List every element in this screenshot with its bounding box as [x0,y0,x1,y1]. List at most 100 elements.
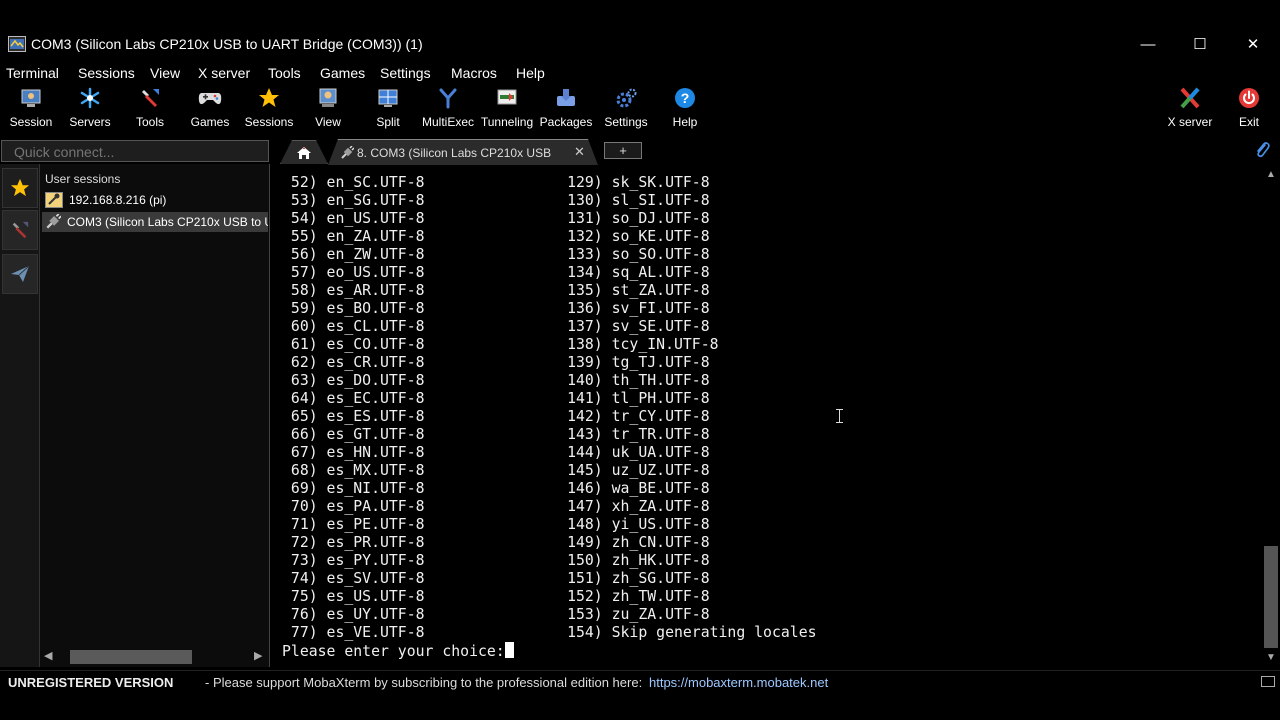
menu-sessions[interactable]: Sessions [78,65,135,81]
tunneling-button[interactable]: Tunneling [476,86,538,132]
menu-settings[interactable]: Settings [380,65,431,81]
new-tab-button[interactable]: + [604,142,642,159]
paper-plane-icon [11,265,30,282]
scroll-up-icon[interactable]: ▲ [1264,169,1278,180]
terminal-output[interactable]: 52) en_SC.UTF-8 129) sk_SK.UTF-8 53) en_… [272,166,1262,666]
mouse-ibeam-cursor [836,409,843,423]
terminal-text: 52) en_SC.UTF-8 129) sk_SK.UTF-8 53) en_… [282,174,817,661]
terminal-line: 66) es_GT.UTF-8 143) tr_TR.UTF-8 [282,426,710,443]
terminal-line: 64) es_EC.UTF-8 141) tl_PH.UTF-8 [282,390,710,407]
ssh-key-icon [45,192,63,208]
terminal-line: 73) es_PY.UTF-8 150) zh_HK.UTF-8 [282,552,710,569]
games-button[interactable]: Games [179,86,241,132]
menu-view[interactable]: View [150,65,180,81]
menu-help[interactable]: Help [516,65,545,81]
unregistered-label: UNREGISTERED VERSION [8,675,174,690]
scrollbar-thumb[interactable] [1264,546,1278,648]
power-icon [1237,86,1261,110]
svg-text:?: ? [681,90,690,106]
star-icon [10,178,30,197]
terminal-line: 60) es_CL.UTF-8 137) sv_SE.UTF-8 [282,318,710,335]
menu-tools[interactable]: Tools [268,65,301,81]
tab-home[interactable] [280,140,328,164]
view-icon [316,86,340,110]
gear-icon [614,86,638,110]
user-sessions-header[interactable]: User sessions [45,172,120,186]
sessions-horizontal-scrollbar[interactable]: ◀ ▶ [42,647,268,665]
session-item-pi[interactable]: 192.168.8.216 (pi) [42,190,268,210]
terminal-line: 54) en_US.UTF-8 131) so_DJ.UTF-8 [282,210,710,227]
maximize-button[interactable]: ☐ [1177,28,1223,60]
tab-label: 8. COM3 (Silicon Labs CP210x USB [357,146,551,160]
tab-strip: 8. COM3 (Silicon Labs CP210x USB ✕ + [270,138,1280,165]
close-button[interactable]: ✕ [1230,28,1276,60]
sidebar-macros-tab[interactable] [2,254,38,294]
sidebar-strip [0,164,40,667]
title-bar: COM3 (Silicon Labs CP210x USB to UART Br… [0,0,1280,62]
terminal-line: 75) es_US.UTF-8 152) zh_TW.UTF-8 [282,588,710,605]
terminal-line: 71) es_PE.UTF-8 148) yi_US.UTF-8 [282,516,710,533]
terminal-line: 74) es_SV.UTF-8 151) zh_SG.UTF-8 [282,570,710,587]
paperclip-icon[interactable] [1254,141,1270,159]
tools-icon [138,86,162,110]
session-icon [19,86,43,110]
scroll-right-icon[interactable]: ▶ [254,649,262,662]
maximize-icon: ☐ [1193,36,1207,53]
multiexec-button[interactable]: MultiExec [417,86,479,132]
multiexec-icon [436,86,460,110]
tab-com3[interactable]: 8. COM3 (Silicon Labs CP210x USB ✕ [328,139,598,165]
close-icon: ✕ [1246,36,1260,53]
sessions-panel: User sessions 192.168.8.216 (pi) COM3 (S… [40,164,270,667]
minimize-button[interactable]: — [1125,28,1171,60]
menu-macros[interactable]: Macros [451,65,497,81]
tools-icon [12,221,29,239]
scroll-down-icon[interactable]: ▼ [1264,652,1278,663]
session-item-com3[interactable]: COM3 (Silicon Labs CP210x USB to UART Br… [42,212,268,232]
scroll-left-icon[interactable]: ◀ [44,649,52,662]
terminal-line: 57) eo_US.UTF-8 134) sq_AL.UTF-8 [282,264,710,281]
terminal-line: 65) es_ES.UTF-8 142) tr_CY.UTF-8 [282,408,710,425]
settings-button[interactable]: Settings [595,86,657,132]
plus-icon: + [619,143,627,158]
home-icon [297,146,311,159]
terminal-line: 68) es_MX.UTF-8 145) uz_UZ.UTF-8 [282,462,710,479]
terminal-vertical-scrollbar[interactable]: ▲ ▼ [1262,166,1280,666]
menu-terminal[interactable]: Terminal [6,65,59,81]
menu-games[interactable]: Games [320,65,365,81]
servers-button[interactable]: Servers [59,86,121,132]
help-icon: ? [673,86,697,110]
terminal-line: 76) es_UY.UTF-8 153) zu_ZA.UTF-8 [282,606,710,623]
sessions-button[interactable]: Sessions [238,86,300,132]
monitor-icon[interactable] [1261,676,1275,687]
menu-x-server[interactable]: X server [198,65,250,81]
help-button[interactable]: ? Help [654,86,716,132]
split-button[interactable]: Split [357,86,419,132]
split-icon [376,86,400,110]
servers-icon [78,86,102,110]
terminal-line: 53) en_SG.UTF-8 130) sl_SI.UTF-8 [282,192,710,209]
mobaxterm-link[interactable]: https://mobaxterm.mobatek.net [649,675,828,690]
view-button[interactable]: View [297,86,359,132]
session-label: COM3 (Silicon Labs CP210x USB to UART Br… [67,215,268,229]
packages-button[interactable]: Packages [535,86,597,132]
terminal-line: 77) es_VE.UTF-8 154) Skip generating loc… [282,624,817,641]
terminal-line: 56) en_ZW.UTF-8 133) so_SO.UTF-8 [282,246,710,263]
x-server-button[interactable]: X server [1159,86,1221,132]
gamepad-icon [198,86,222,110]
exit-button[interactable]: Exit [1218,86,1280,132]
terminal-prompt: Please enter your choice: [282,643,505,660]
session-button[interactable]: Session [0,86,62,132]
app-icon [8,36,26,52]
sidebar-tools-tab[interactable] [2,210,38,250]
terminal-cursor [504,642,514,658]
toolbar: Session Servers Tools Games Sessions Vie… [0,84,1280,136]
terminal-line: 63) es_DO.UTF-8 140) th_TH.UTF-8 [282,372,710,389]
terminal-line: 72) es_PR.UTF-8 149) zh_CN.UTF-8 [282,534,710,551]
x-server-icon [1178,86,1202,110]
menu-bar: Terminal Sessions View X server Tools Ga… [0,62,1280,84]
scrollbar-thumb[interactable] [70,650,192,664]
sidebar-sessions-tab[interactable] [2,168,38,208]
tab-close-icon[interactable]: ✕ [574,144,585,160]
quick-connect-input[interactable] [1,140,269,162]
tools-button[interactable]: Tools [119,86,181,132]
